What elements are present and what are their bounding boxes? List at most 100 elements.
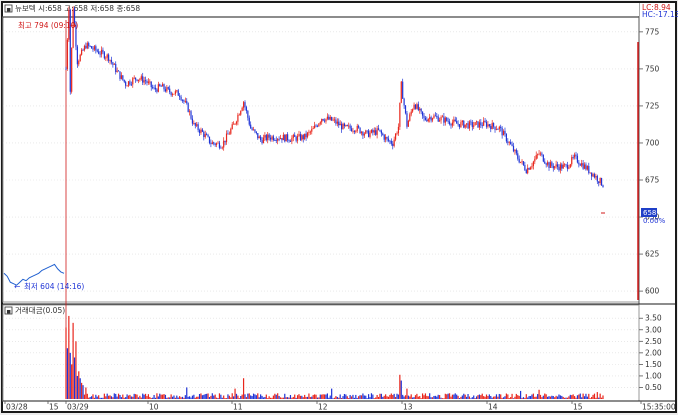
volume-bar [389,394,391,399]
candle-body [302,135,304,140]
candle-body [424,117,427,120]
candle-body [152,87,154,88]
candle-body [167,87,169,89]
volume-bar [284,393,286,399]
candle-body [119,71,121,79]
volume-bar [426,395,428,399]
candle-body [527,167,529,174]
candle-body [524,165,526,171]
candle-body [269,137,272,140]
volume-bar [248,393,250,399]
volume-bar [589,398,591,399]
candle-body [110,59,113,63]
candle-body [321,118,323,123]
candle-body [291,137,293,142]
candle-body [367,130,370,137]
volume-bar [403,396,405,399]
volume-bar [149,396,151,399]
volume-bar [181,396,184,399]
candle-body [244,102,246,108]
volume-bar [68,315,70,399]
candle-body [179,95,181,97]
volume-bar [314,394,316,399]
candle-body [566,164,569,169]
volume-bar [90,396,93,399]
candle-body [245,107,248,111]
candle-body [238,114,240,116]
volume-bar [271,397,273,399]
candle-body [546,162,549,165]
candle-body [531,166,533,168]
candle-body [208,136,211,144]
candle-body [477,121,479,128]
volume-bar [375,397,377,399]
volume-tick-label: 2.00 [645,348,662,357]
volume-bar [501,397,503,399]
volume-bar [79,378,81,399]
candle-body [262,137,265,144]
volume-bar [437,394,439,399]
candle-body [592,174,594,177]
candle-body [539,153,542,155]
candle-body [169,88,171,93]
candle-body [285,134,287,142]
volume-bar [240,396,242,399]
candle-body [420,108,422,112]
volume-bar [534,396,536,399]
volume-bar [399,374,401,399]
candle-body [488,124,490,127]
volume-bar [225,398,228,399]
candle-body [287,134,289,141]
volume-bar [500,394,502,399]
candle-body [117,70,120,72]
candle-body [329,116,331,120]
candle-body [596,176,598,182]
candle-body [366,130,368,132]
volume-bar [325,394,327,399]
volume-bar [586,396,588,399]
candle-body [125,81,127,86]
candle-body [240,110,242,115]
volume-bar [298,394,300,399]
candle-body [65,68,67,70]
volume-bar [288,397,290,399]
volume-bar [322,394,324,399]
volume-bar [81,382,83,399]
volume-bar [450,396,452,399]
candle-body [394,133,397,140]
candle-body [485,121,488,127]
volume-bar [556,396,559,399]
candle-body [89,45,91,47]
volume-bar [602,395,604,399]
volume-bar [352,394,354,399]
volume-bar [265,394,267,399]
candle-body [363,133,365,136]
candle-body [573,154,576,158]
volume-bar [208,397,211,399]
change-value-hc: HC:-17.13 [642,10,678,19]
volume-bar [524,397,526,399]
candle-body [373,130,375,133]
volume-bar [573,396,576,399]
candle-body [225,133,228,143]
candle-body [475,121,478,123]
volume-bar [504,396,506,399]
volume-bar [464,394,466,399]
candle-body [277,138,279,141]
candle-body [204,134,206,137]
candle-body [252,129,255,131]
volume-bar [69,352,71,399]
volume-bar [572,394,574,399]
volume-bar [160,394,162,399]
candle-body [149,81,151,83]
volume-bar [211,393,213,399]
volume-bar [386,396,388,399]
volume-bar [541,397,543,399]
volume-bar [363,395,365,399]
volume-bar [287,397,289,399]
candle-body [177,90,179,96]
volume-bar [65,327,67,399]
volume-bar [247,393,249,399]
volume-bar [566,397,569,399]
candle-body [335,119,337,124]
